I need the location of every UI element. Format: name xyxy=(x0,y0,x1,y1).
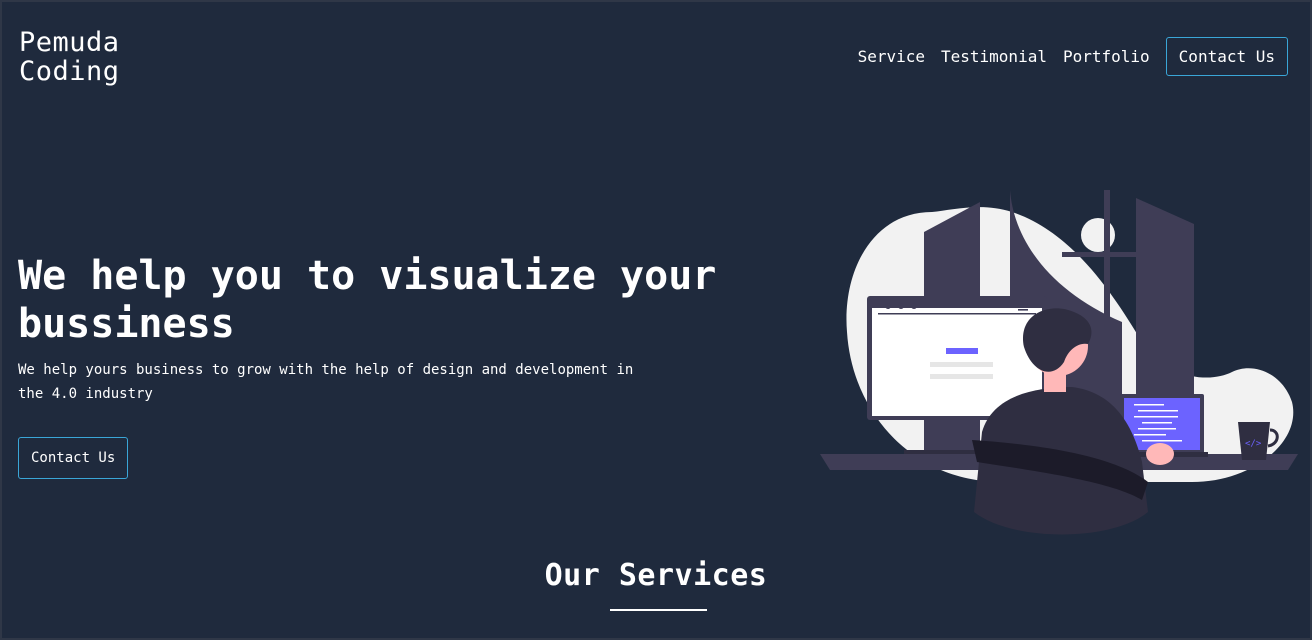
svg-text:</>: </> xyxy=(1245,439,1262,449)
hero-contact-button[interactable]: Contact Us xyxy=(18,437,129,479)
brand-line-1: Pemuda xyxy=(19,27,120,58)
services-section-title: Our Services xyxy=(544,558,768,593)
nav-contact-button[interactable]: Contact Us xyxy=(1165,37,1288,76)
hero-title: We help you to visualize your bussiness xyxy=(18,253,717,347)
nav-link-service[interactable]: Service xyxy=(858,47,925,66)
nav-link-testimonial[interactable]: Testimonial xyxy=(941,47,1047,66)
hero-subtitle: We help yours business to grow with the … xyxy=(18,362,634,402)
brand-line-2: Coding xyxy=(19,56,120,87)
developer-at-desk-illustration: </> xyxy=(820,190,1298,535)
services-title-underline xyxy=(610,609,707,611)
nav-link-portfolio[interactable]: Portfolio xyxy=(1063,47,1150,66)
brand-logo[interactable]: Pemuda Coding xyxy=(19,28,120,86)
main-nav: Service Testimonial Portfolio Contact Us xyxy=(858,37,1288,76)
